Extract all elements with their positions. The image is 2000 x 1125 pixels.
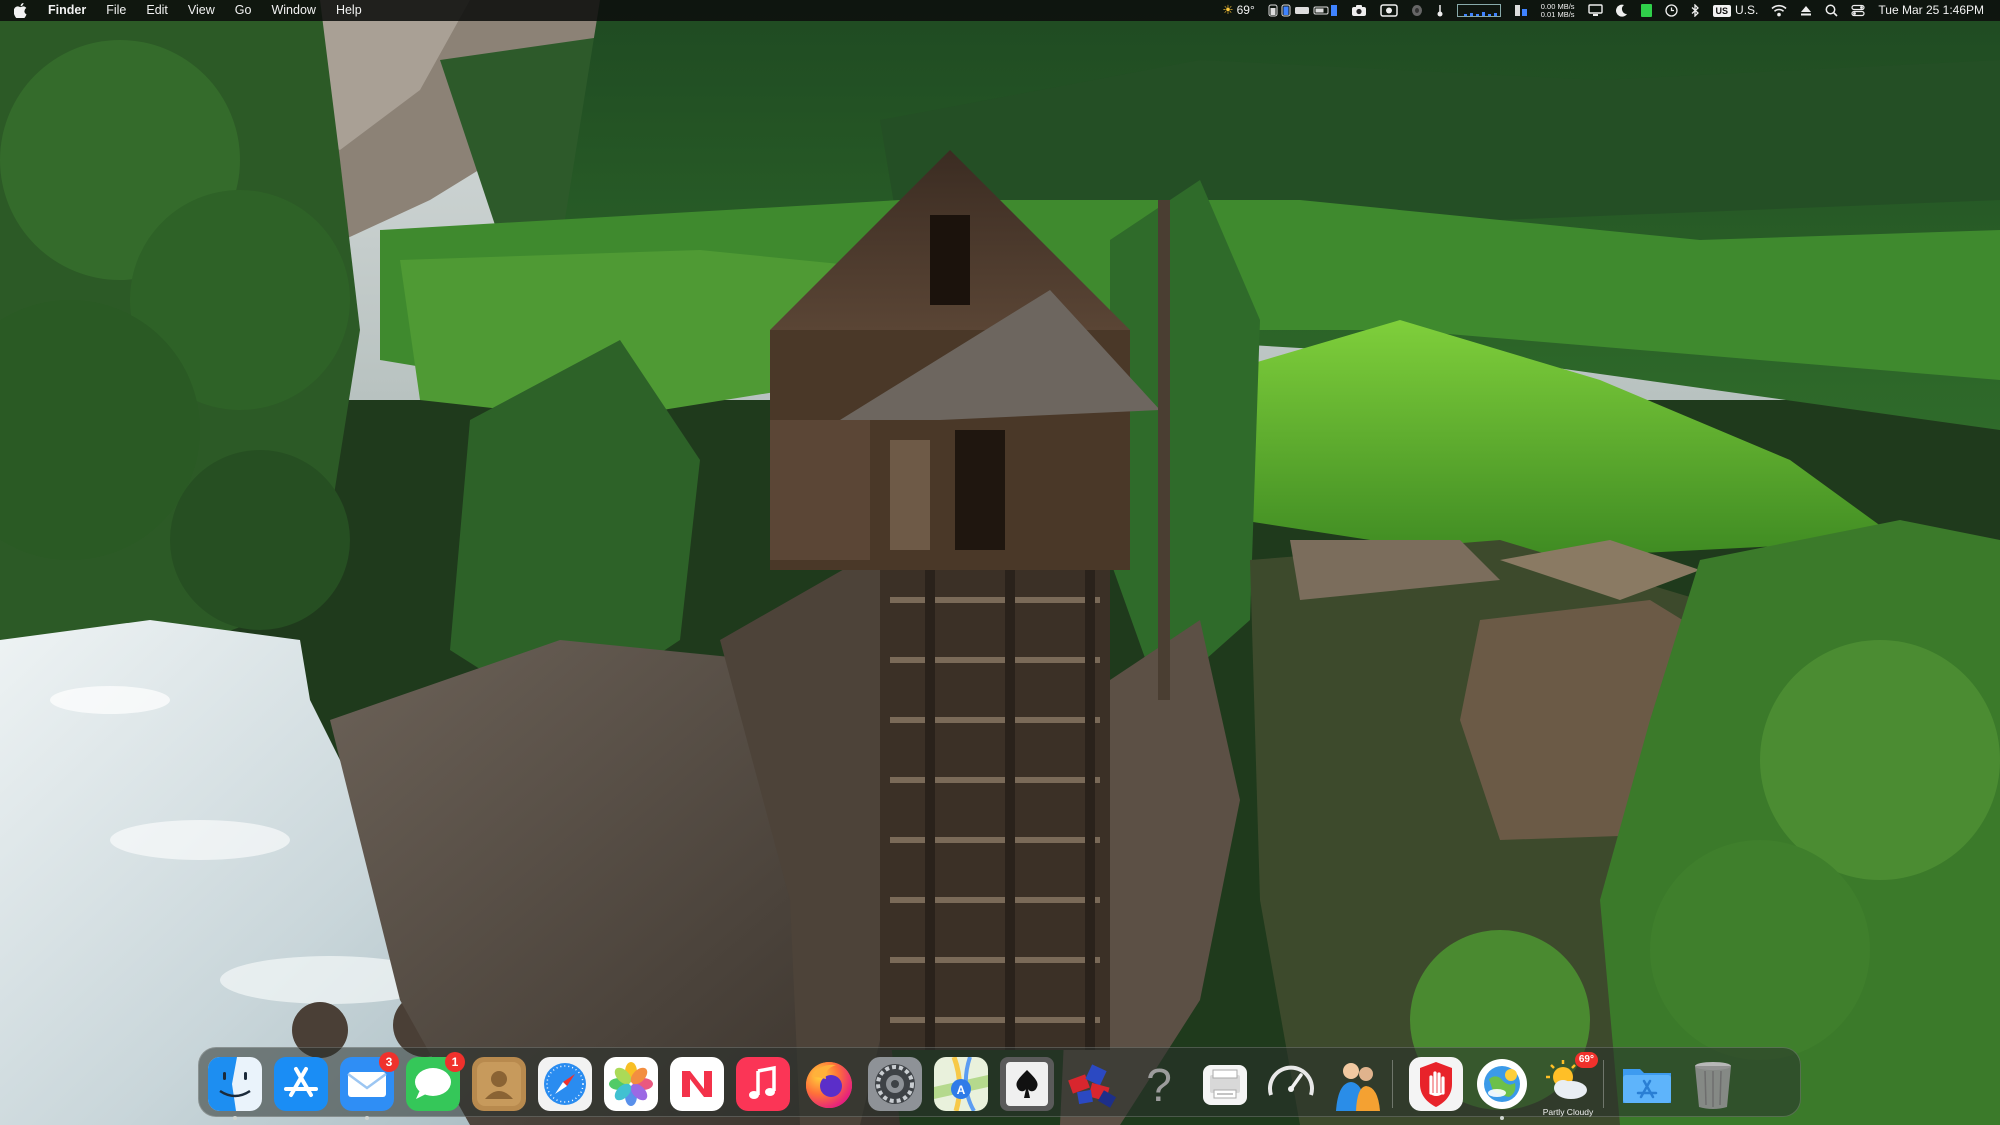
trash-icon <box>1695 1062 1731 1109</box>
dock-item-help[interactable]: ? <box>1132 1057 1186 1111</box>
weather-caption: Partly Cloudy <box>1542 1107 1594 1117</box>
weather-status-item[interactable]: ☀ 69° <box>1222 0 1254 21</box>
net-down-speed: 0.01 MB/s <box>1540 9 1575 19</box>
menu-active-app[interactable]: Finder <box>48 0 86 21</box>
people-icon <box>1336 1063 1380 1111</box>
dock-item-weather[interactable]: 69° Partly Cloudy <box>1541 1052 1598 1117</box>
menu-bar: Finder File Edit View Go Window Help ☀ 6… <box>0 0 2000 21</box>
input-source-label: U.S. <box>1735 3 1759 17</box>
input-source-badge: US <box>1712 4 1732 17</box>
messages-badge: 1 <box>445 1052 465 1072</box>
dock-item-applications-folder[interactable] <box>1620 1057 1674 1111</box>
dock-item-messages[interactable]: 1 <box>406 1052 465 1111</box>
dock-item-app-store[interactable] <box>274 1057 328 1111</box>
dock-item-trash[interactable] <box>1686 1057 1740 1111</box>
photos-icon <box>604 1057 658 1111</box>
firefox-icon <box>806 1062 852 1108</box>
menu-help[interactable]: Help <box>336 0 362 21</box>
spade-card-icon <box>1000 1057 1054 1111</box>
puzzle-game-icon <box>1068 1064 1117 1108</box>
display-icon[interactable] <box>1587 4 1603 17</box>
system-settings-icon <box>868 1057 922 1111</box>
news-icon <box>670 1057 724 1111</box>
weather-globe-icon <box>1477 1059 1527 1109</box>
control-center-icon[interactable] <box>1851 4 1865 17</box>
dock-item-finder[interactable] <box>208 1057 262 1120</box>
network-speed[interactable]: 0.00 MB/s 0.01 MB/s <box>1540 2 1575 19</box>
menu-clock[interactable]: Tue Mar 25 1:46PM <box>1878 0 1984 21</box>
running-indicator <box>365 1116 369 1120</box>
dock-item-stop-hand-app[interactable] <box>1409 1057 1463 1111</box>
menu-view[interactable]: View <box>188 0 215 21</box>
dock-separator <box>1392 1060 1393 1108</box>
memory-icon[interactable] <box>1514 4 1528 17</box>
search-icon[interactable] <box>1825 4 1838 17</box>
disk-icon[interactable] <box>1411 4 1423 17</box>
printer-icon <box>1203 1065 1247 1105</box>
music-icon <box>736 1057 790 1111</box>
speedometer-icon <box>1268 1065 1314 1096</box>
cpu-graph-icon <box>1456 4 1501 17</box>
moon-icon[interactable] <box>1615 4 1628 17</box>
applications-folder-icon <box>1623 1069 1671 1103</box>
cpu-graph[interactable] <box>1456 4 1501 17</box>
dock-item-photos[interactable] <box>604 1057 658 1111</box>
dock-item-weather-globe[interactable] <box>1475 1057 1529 1120</box>
menu-window[interactable]: Window <box>271 0 315 21</box>
weather-temp-badge: 69° <box>1574 1052 1598 1068</box>
green-status-icon[interactable] <box>1640 4 1652 17</box>
mail-badge: 3 <box>379 1052 399 1072</box>
safari-icon <box>538 1057 592 1111</box>
screen-capture-icon[interactable] <box>1380 4 1398 17</box>
dock-item-solitaire[interactable] <box>1000 1057 1054 1111</box>
running-indicator <box>233 1116 237 1120</box>
apple-menu-icon[interactable] <box>14 3 28 18</box>
dock-item-printer[interactable] <box>1198 1057 1252 1111</box>
sensor-icon[interactable] <box>1436 4 1444 17</box>
menu-go[interactable]: Go <box>235 0 252 21</box>
running-indicator <box>1500 1116 1504 1120</box>
menu-bar-status: ☀ 69° 0.00 MB/s 0.01 MB/s US U.S. Tue Ma… <box>1209 0 1984 21</box>
dock-item-maps[interactable]: A <box>934 1057 988 1111</box>
svg-text:A: A <box>957 1083 966 1097</box>
dock-item-music[interactable] <box>736 1057 790 1111</box>
dock-item-system-settings[interactable] <box>868 1057 922 1111</box>
green-status-box <box>1640 4 1652 17</box>
battery-icons[interactable] <box>1268 4 1338 17</box>
weather-sun-icon: ☀ <box>1222 3 1234 17</box>
clock-history-icon[interactable] <box>1664 4 1678 17</box>
dock-item-safari[interactable] <box>538 1057 592 1111</box>
svg-text:?: ? <box>1146 1059 1172 1111</box>
screenshot-camera-icon[interactable] <box>1351 4 1367 17</box>
dock-separator <box>1603 1060 1604 1108</box>
dock-item-contacts[interactable] <box>472 1057 526 1111</box>
eject-icon[interactable] <box>1800 4 1812 17</box>
menu-bar-left: Finder File Edit View Go Window Help <box>14 0 382 21</box>
dock-item-firefox[interactable] <box>802 1057 856 1111</box>
app-store-icon <box>274 1057 328 1111</box>
dock: 3 1 A ? 69° Partly Cloudy <box>198 1047 1801 1120</box>
dock-item-puzzle-game[interactable] <box>1066 1057 1120 1111</box>
desktop-wallpaper <box>0 0 2000 1125</box>
menu-file[interactable]: File <box>106 0 126 21</box>
stop-hand-icon <box>1409 1057 1463 1111</box>
wifi-icon[interactable] <box>1771 4 1787 17</box>
input-source[interactable]: US U.S. <box>1712 0 1759 21</box>
dock-item-activity-monitor[interactable] <box>1264 1057 1318 1111</box>
contacts-icon <box>472 1057 526 1111</box>
question-mark-icon: ? <box>1146 1059 1172 1111</box>
dock-item-people-app[interactable] <box>1330 1057 1384 1111</box>
weather-temp: 69° <box>1236 3 1255 17</box>
dock-item-news[interactable] <box>670 1057 724 1111</box>
bluetooth-icon[interactable] <box>1691 4 1700 17</box>
menu-edit[interactable]: Edit <box>146 0 168 21</box>
finder-icon <box>208 1057 262 1111</box>
maps-icon: A <box>934 1057 988 1111</box>
dock-item-mail[interactable]: 3 <box>340 1052 399 1120</box>
